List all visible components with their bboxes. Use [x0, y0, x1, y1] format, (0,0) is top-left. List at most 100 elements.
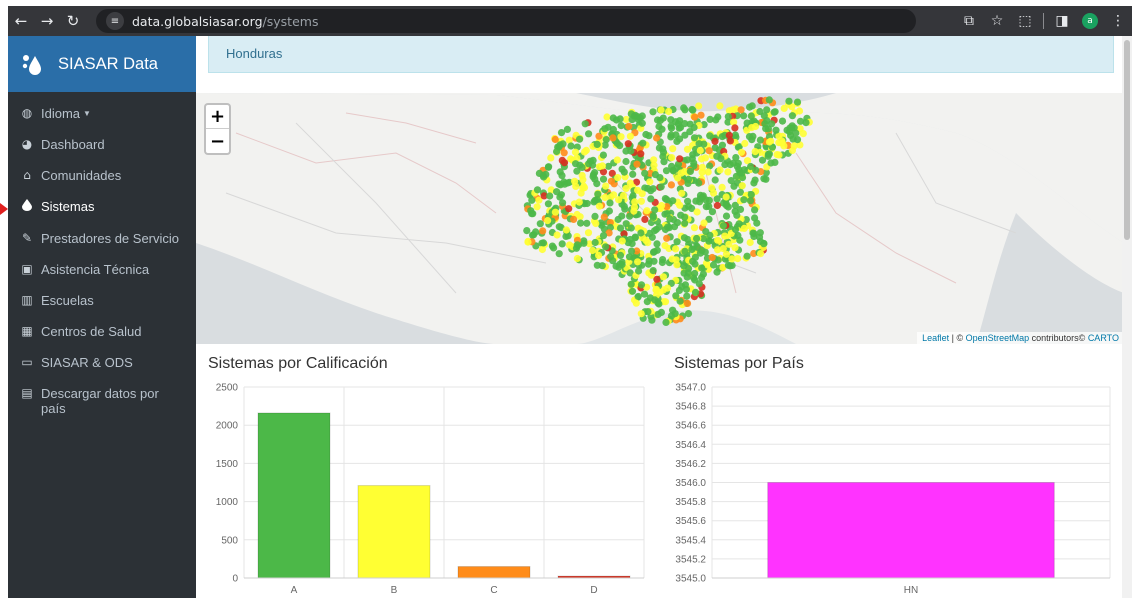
x-tick-label: A: [291, 585, 298, 596]
map-marker: [559, 199, 567, 207]
sidebar-item-prestadores[interactable]: ✎ Prestadores de Servicio: [8, 223, 196, 254]
map-marker: [724, 203, 732, 211]
map-marker: [538, 245, 546, 254]
map-marker: [580, 239, 588, 247]
osm-link[interactable]: OpenStreetMap: [966, 333, 1030, 343]
map-marker: [625, 122, 633, 130]
map-marker: [658, 125, 666, 133]
map-marker: [533, 186, 542, 194]
map-marker: [673, 219, 682, 227]
sidebar-item-asistencia-tecnica[interactable]: ▣ Asistencia Técnica: [8, 254, 196, 285]
map-marker: [737, 106, 745, 114]
map-marker: [676, 201, 684, 209]
map-marker: [654, 310, 662, 318]
map-marker: [629, 170, 637, 178]
translate-icon[interactable]: ⧉: [955, 6, 983, 36]
sidebar-item-sistemas[interactable]: Sistemas: [8, 191, 196, 223]
map-marker: [658, 258, 666, 267]
map-marker: [683, 292, 691, 300]
back-icon[interactable]: ←: [8, 6, 34, 36]
leaflet-link[interactable]: Leaflet: [922, 333, 949, 343]
address-bar[interactable]: ≡ data.globalsiasar.org/systems: [96, 9, 916, 33]
systems-map[interactable]: + − Leaflet | © OpenStreetMap contributo…: [196, 93, 1124, 344]
map-marker: [580, 148, 589, 156]
map-marker: [647, 195, 655, 203]
map-marker: [591, 196, 599, 204]
page-scrollbar[interactable]: [1122, 36, 1132, 598]
sidebar-item-descargar-datos[interactable]: ▤ Descargar datos por país: [8, 378, 196, 424]
map-marker: [746, 103, 754, 111]
map-marker: [724, 168, 732, 176]
map-marker: [760, 240, 768, 248]
map-marker: [602, 243, 610, 251]
map-marker: [691, 260, 699, 268]
map-marker: [693, 208, 701, 216]
water-drop-icon: [20, 199, 34, 215]
sidebar-item-comunidades[interactable]: ⌂ Comunidades: [8, 160, 196, 191]
site-info-icon[interactable]: ≡: [106, 12, 124, 30]
extensions-icon[interactable]: ⬚: [1011, 6, 1039, 36]
sidebar-item-dashboard[interactable]: ◕ Dashboard: [8, 129, 196, 160]
bar-B: [357, 485, 431, 579]
map-marker: [616, 224, 625, 232]
map-marker: [599, 175, 608, 183]
side-panel-icon[interactable]: ◨: [1048, 6, 1076, 36]
map-marker: [767, 159, 775, 167]
map-marker: [578, 163, 586, 171]
map-marker: [585, 160, 593, 168]
map-marker: [778, 117, 787, 125]
school-icon: ▥: [21, 293, 33, 307]
map-marker: [698, 264, 706, 272]
forward-icon[interactable]: →: [34, 6, 60, 36]
map-canvas[interactable]: [196, 93, 1124, 344]
reload-icon[interactable]: ↻: [60, 6, 86, 36]
sidebar-item-label: Dashboard: [41, 137, 105, 152]
sidebar-item-escuelas[interactable]: ▥ Escuelas: [8, 285, 196, 316]
map-marker: [750, 232, 758, 241]
map-marker: [796, 117, 805, 125]
map-marker: [649, 248, 658, 256]
sidebar-item-centros-de-salud[interactable]: ▦ Centros de Salud: [8, 316, 196, 347]
map-marker: [721, 161, 729, 169]
map-marker: [634, 258, 642, 266]
map-marker: [753, 219, 761, 227]
map-marker: [602, 182, 610, 190]
map-marker: [696, 198, 704, 206]
zoom-out-button[interactable]: −: [206, 129, 229, 153]
map-marker: [785, 97, 793, 105]
map-marker: [667, 124, 676, 132]
monitor-icon: ▭: [21, 355, 33, 369]
map-marker: [584, 229, 593, 237]
map-marker: [734, 159, 742, 167]
map-marker: [651, 206, 659, 214]
map-marker: [790, 124, 798, 132]
map-marker: [728, 261, 736, 269]
sidebar-item-idioma[interactable]: ◍ Idioma ▼: [8, 98, 196, 129]
scrollbar-thumb[interactable]: [1124, 40, 1130, 240]
map-marker: [746, 238, 754, 247]
map-marker: [618, 212, 626, 220]
map-marker: [588, 246, 597, 255]
brand-header[interactable]: SIASAR Data: [8, 36, 196, 92]
profile-avatar-button[interactable]: a: [1076, 6, 1104, 36]
carto-link[interactable]: CARTO: [1088, 333, 1119, 343]
profile-avatar: a: [1082, 13, 1098, 29]
menu-icon[interactable]: ⋮: [1104, 6, 1132, 36]
sidebar-item-siasar-ods[interactable]: ▭ SIASAR & ODS: [8, 347, 196, 378]
map-marker: [751, 206, 759, 214]
sidebar-item-label: Idioma: [41, 106, 81, 121]
bookmark-star-icon[interactable]: ☆: [983, 6, 1011, 36]
map-marker: [630, 203, 639, 211]
map-marker: [556, 181, 565, 189]
url-host: data.globalsiasar.org: [132, 13, 263, 29]
map-marker: [725, 131, 733, 139]
map-marker: [669, 145, 677, 153]
map-marker: [627, 247, 636, 255]
map-marker: [751, 122, 760, 131]
map-marker: [684, 310, 693, 318]
pie-chart-icon: ◕: [21, 137, 33, 151]
zoom-in-button[interactable]: +: [206, 105, 229, 129]
map-marker: [673, 137, 681, 145]
map-marker: [662, 167, 671, 175]
y-tick-label: 3547.0: [675, 383, 706, 394]
